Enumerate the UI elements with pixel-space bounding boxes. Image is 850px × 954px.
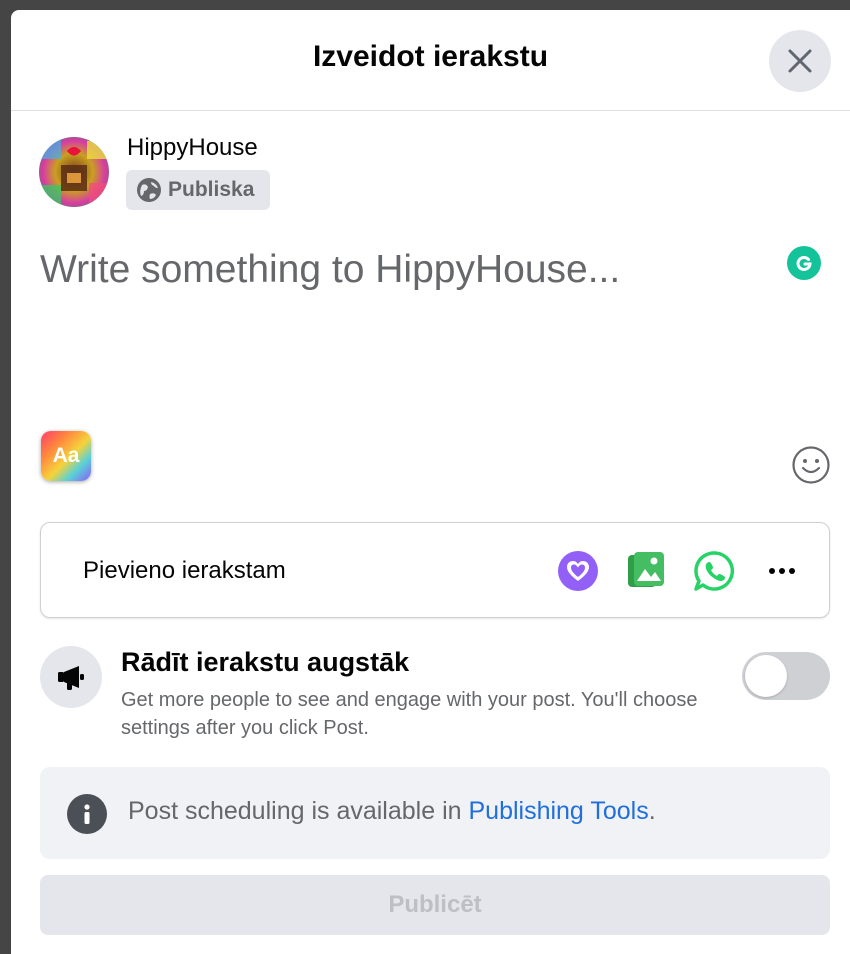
boost-toggle[interactable] bbox=[742, 652, 830, 700]
close-button[interactable] bbox=[769, 30, 831, 92]
info-text: Post scheduling is available in Publishi… bbox=[128, 797, 656, 826]
create-post-dialog: Izveidot ierakstu HippyHouse Publiska Wr… bbox=[11, 10, 850, 954]
avatar[interactable] bbox=[39, 137, 109, 207]
privacy-label: Publiska bbox=[168, 178, 255, 201]
info-text-suffix: . bbox=[648, 797, 656, 825]
more-icon[interactable] bbox=[760, 549, 804, 593]
dialog-header: Izveidot ierakstu bbox=[11, 10, 850, 111]
info-text-body: Post scheduling is available in bbox=[128, 797, 469, 825]
publishing-tools-link[interactable]: Publishing Tools bbox=[468, 797, 648, 825]
background-style-button[interactable]: Aa bbox=[41, 431, 91, 481]
aa-icon: Aa bbox=[52, 444, 80, 467]
publish-button[interactable]: Publicēt bbox=[40, 875, 830, 935]
add-to-post-panel: Pievieno ierakstam bbox=[40, 522, 830, 618]
emoji-button[interactable] bbox=[791, 445, 831, 485]
author-name[interactable]: HippyHouse bbox=[127, 134, 258, 162]
boost-title: Rādīt ierakstu augstāk bbox=[121, 647, 410, 677]
post-text-input[interactable] bbox=[40, 240, 760, 300]
photo-icon[interactable] bbox=[624, 549, 668, 593]
info-icon bbox=[67, 794, 107, 834]
scheduling-info: Post scheduling is available in Publishi… bbox=[40, 767, 830, 859]
close-icon bbox=[788, 49, 812, 73]
heart-chat-icon[interactable] bbox=[556, 549, 600, 593]
smiley-icon bbox=[792, 446, 830, 484]
whatsapp-icon[interactable] bbox=[692, 549, 736, 593]
dialog-title: Izveidot ierakstu bbox=[312, 40, 549, 73]
megaphone-icon bbox=[40, 646, 102, 708]
toggle-knob bbox=[745, 655, 787, 697]
globe-icon bbox=[137, 178, 161, 202]
boost-description: Get more people to see and engage with y… bbox=[121, 689, 698, 739]
add-to-post-label: Pievieno ierakstam bbox=[83, 557, 286, 584]
privacy-selector[interactable]: Publiska bbox=[126, 170, 270, 210]
grammarly-icon[interactable] bbox=[787, 246, 821, 280]
